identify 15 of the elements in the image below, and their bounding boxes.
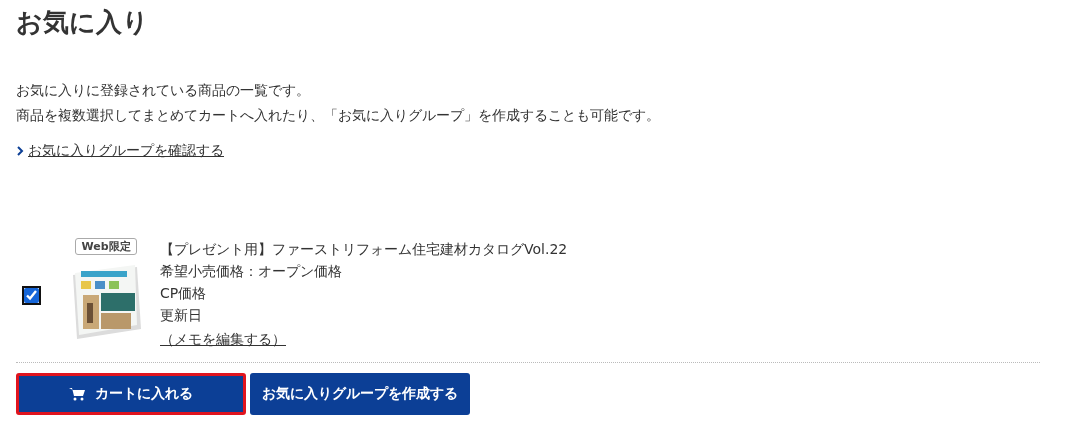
item-checkbox[interactable] <box>24 288 39 303</box>
edit-memo-link[interactable]: （メモを編集する） <box>160 328 286 350</box>
description-text: 商品を複数選択してまとめてカートへ入れたり、「お気に入りグループ」を作成することも可能です。 <box>16 106 661 125</box>
group-link[interactable]: お気に入りグループを確認する <box>28 142 224 160</box>
product-detail: 更新日 <box>160 306 202 325</box>
web-only-badge: Web限定 <box>75 238 137 255</box>
product-detail: 希望小売価格：オープン価格 <box>160 262 342 281</box>
page-title: お気に入り <box>16 6 150 39</box>
cart-icon <box>69 387 85 401</box>
add-to-cart-button[interactable]: カートに入れる <box>16 373 246 415</box>
chevron-icon <box>16 146 24 156</box>
create-group-button[interactable]: お気に入りグループを作成する <box>250 373 470 415</box>
product-name: 【プレゼント用】ファーストリフォーム住宅建材カタログVol.22 <box>160 240 568 259</box>
product-detail: CP価格 <box>160 284 207 303</box>
description-text: お気に入りに登録されている商品の一覧です。 <box>16 81 311 100</box>
